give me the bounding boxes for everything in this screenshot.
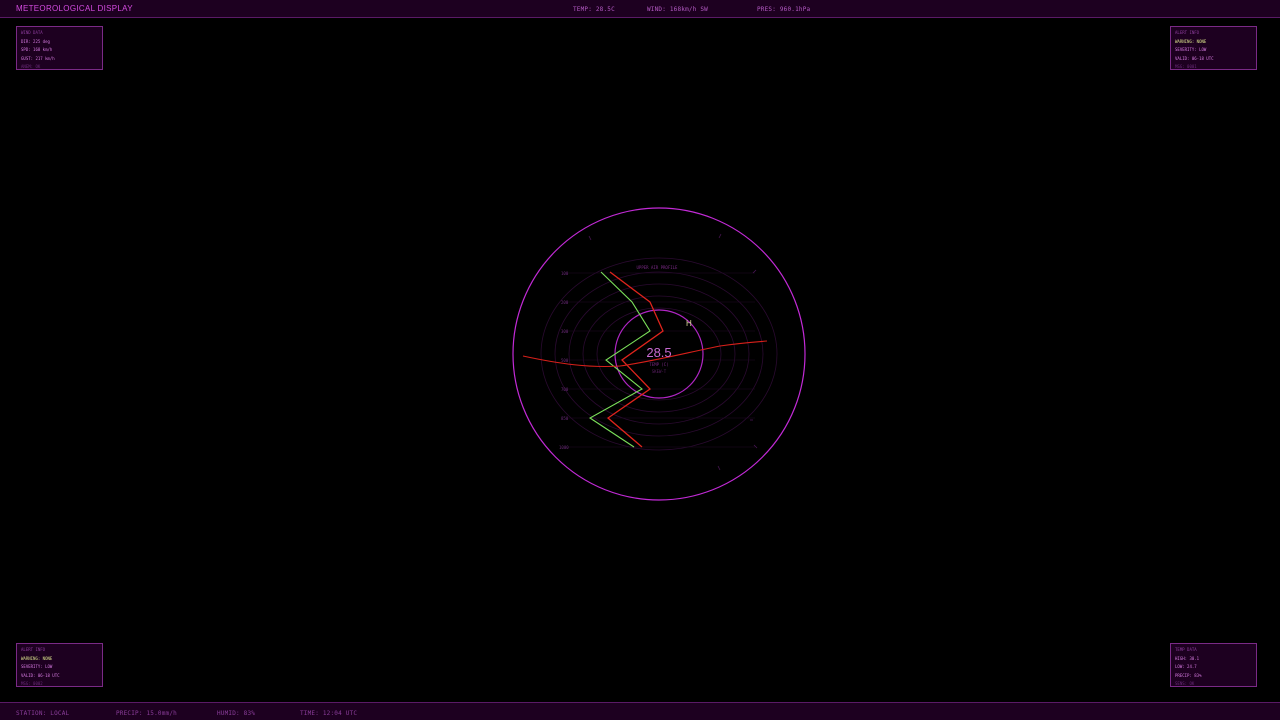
humidity-readout: HUMID: 83% xyxy=(217,710,256,717)
center-sub-label: SKEW-T xyxy=(651,369,667,374)
precip-readout: PRECIP: 15.0mm/h xyxy=(116,710,177,717)
radar-title: UPPER AIR PROFILE xyxy=(636,265,678,270)
pressure-tick-label: 300 xyxy=(561,329,569,334)
pressure-tick-label: 700 xyxy=(561,387,569,392)
pressure-tick-label: 200 xyxy=(561,300,569,305)
pressure-tick-label: 500 xyxy=(561,358,569,363)
station-readout: STATION: LOCAL xyxy=(16,710,70,717)
pressure-tick-label: 1000 xyxy=(559,445,569,450)
high-pressure-marker: H xyxy=(686,319,692,328)
time-readout: TIME: 12:04 UTC xyxy=(300,710,358,717)
pressure-tick-label: 100 xyxy=(561,271,569,276)
center-temperature-value: 28.5 xyxy=(646,345,672,360)
center-unit-label: TEMP (C) xyxy=(649,362,669,367)
pressure-tick-label: 850 xyxy=(561,416,569,421)
weather-radar-display xyxy=(512,207,806,501)
bottom-status-bar: STATION: LOCAL PRECIP: 15.0mm/h HUMID: 8… xyxy=(0,702,1280,720)
